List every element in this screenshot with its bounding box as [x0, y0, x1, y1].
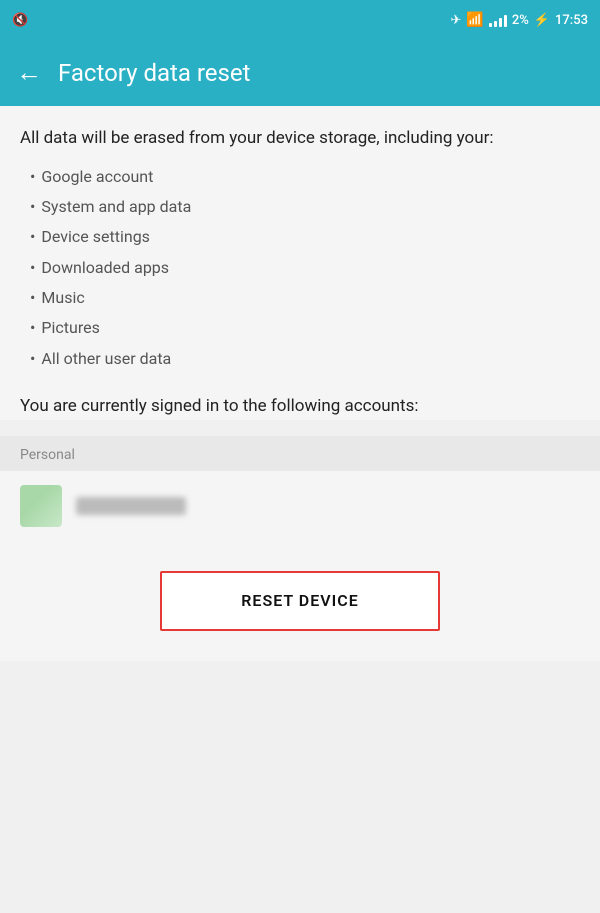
bullet-icon: • — [30, 192, 35, 222]
personal-section-header: Personal — [0, 436, 600, 471]
list-item: • Downloaded apps — [30, 253, 580, 283]
list-item-label: Google account — [41, 162, 153, 192]
bullet-icon: • — [30, 162, 35, 192]
account-avatar — [20, 485, 62, 527]
list-item: • Device settings — [30, 222, 580, 252]
page-title: Factory data reset — [58, 59, 251, 87]
wifi-signal-icon: 📶 — [466, 12, 483, 28]
bullet-icon: • — [30, 253, 35, 283]
signal-bars-icon — [489, 13, 507, 27]
bullet-icon: • — [30, 344, 35, 374]
list-item-label: Music — [41, 283, 84, 313]
bullet-icon: • — [30, 222, 35, 252]
bullet-icon: • — [30, 313, 35, 343]
list-item-label: Device settings — [41, 222, 150, 252]
status-bar-right: ✈ 📶 2% ⚡ 17:53 — [451, 12, 588, 28]
reset-device-button[interactable]: RESET DEVICE — [160, 571, 440, 631]
wifi-icon: ✈ — [451, 13, 462, 28]
account-row — [0, 471, 600, 541]
button-area: RESET DEVICE — [0, 541, 600, 661]
description-text: All data will be erased from your device… — [20, 126, 580, 152]
back-button[interactable]: ← — [16, 60, 42, 86]
bullet-icon: • — [30, 283, 35, 313]
title-bar: ← Factory data reset — [0, 40, 600, 106]
account-name-blurred — [76, 497, 186, 515]
data-list: • Google account • System and app data •… — [30, 162, 580, 375]
list-item: • Pictures — [30, 313, 580, 343]
clock: 17:53 — [555, 13, 588, 28]
list-item: • Google account — [30, 162, 580, 192]
list-item: • System and app data — [30, 192, 580, 222]
list-item: • Music — [30, 283, 580, 313]
mute-icon: 🔇 — [12, 13, 28, 28]
list-item-label: All other user data — [41, 344, 171, 374]
reset-device-label: RESET DEVICE — [241, 591, 358, 610]
status-bar-left: 🔇 — [12, 13, 445, 28]
list-item-label: System and app data — [41, 192, 191, 222]
list-item: • All other user data — [30, 344, 580, 374]
accounts-text: You are currently signed in to the follo… — [20, 394, 580, 420]
battery-icon: ⚡ — [534, 13, 550, 28]
battery-percentage: 2% — [512, 13, 529, 28]
personal-label: Personal — [20, 447, 75, 463]
list-item-label: Downloaded apps — [41, 253, 169, 283]
list-item-label: Pictures — [41, 313, 99, 343]
content-area: All data will be erased from your device… — [0, 106, 600, 420]
status-bar: 🔇 ✈ 📶 2% ⚡ 17:53 — [0, 0, 600, 40]
